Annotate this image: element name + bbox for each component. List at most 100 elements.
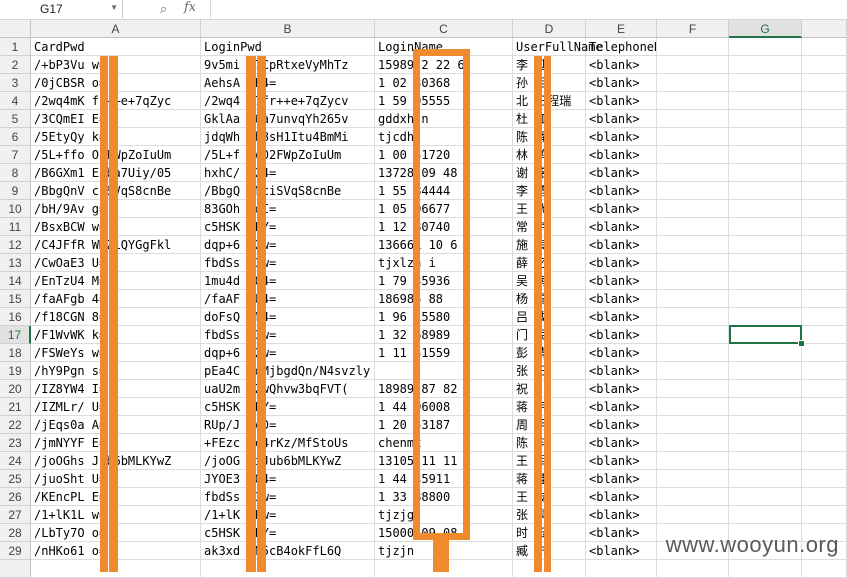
cell-b1[interactable]: LoginPwd [201, 38, 375, 56]
cell-e23[interactable]: <blank> [586, 434, 657, 452]
cell-h13[interactable] [802, 254, 847, 272]
zoom-icon[interactable]: ⌕ [160, 1, 167, 17]
cell-h12[interactable] [802, 236, 847, 254]
cell-b8[interactable]: hxhC/ u24= [201, 164, 375, 182]
cell-h27[interactable] [802, 506, 847, 524]
cell-f20[interactable] [657, 380, 729, 398]
cell-b5[interactable]: GklAa S6a7unvqYh265v [201, 110, 375, 128]
cell-b26[interactable]: fbdSs h3w= [201, 488, 375, 506]
chevron-down-icon[interactable]: ▼ [110, 3, 118, 12]
cell-g23[interactable] [729, 434, 802, 452]
cell-f2[interactable] [657, 56, 729, 74]
cell-g3[interactable] [729, 74, 802, 92]
row-header-14[interactable]: 14 [0, 272, 31, 290]
row-header-30[interactable] [0, 560, 31, 578]
fill-handle[interactable] [798, 340, 805, 347]
cell-e16[interactable]: <blank> [586, 308, 657, 326]
cell-e27[interactable]: <blank> [586, 506, 657, 524]
cell-g2[interactable] [729, 56, 802, 74]
cell-e30[interactable] [586, 560, 657, 578]
cell-e25[interactable]: <blank> [586, 470, 657, 488]
cell-e10[interactable]: <blank> [586, 200, 657, 218]
cell-f17[interactable] [657, 326, 729, 344]
cell-h17[interactable] [802, 326, 847, 344]
cell-f12[interactable] [657, 236, 729, 254]
cell-e29[interactable]: <blank> [586, 542, 657, 560]
column-header-c[interactable]: C [375, 20, 513, 38]
column-header-d[interactable]: D [513, 20, 586, 38]
cell-e4[interactable]: <blank> [586, 92, 657, 110]
cell-f25[interactable] [657, 470, 729, 488]
cell-g13[interactable] [729, 254, 802, 272]
cell-b15[interactable]: /faAF HU4= [201, 290, 375, 308]
cell-f21[interactable] [657, 398, 729, 416]
cell-e5[interactable]: <blank> [586, 110, 657, 128]
cell-e12[interactable]: <blank> [586, 236, 657, 254]
cell-f30[interactable] [657, 560, 729, 578]
cell-g12[interactable] [729, 236, 802, 254]
cell-e20[interactable]: <blank> [586, 380, 657, 398]
cell-h3[interactable] [802, 74, 847, 92]
cell-h26[interactable] [802, 488, 847, 506]
cell-e17[interactable]: <blank> [586, 326, 657, 344]
cell-g7[interactable] [729, 146, 802, 164]
cell-h21[interactable] [802, 398, 847, 416]
cell-f5[interactable] [657, 110, 729, 128]
cell-b29[interactable]: ak3xd 8N5cB4okFfL6Q [201, 542, 375, 560]
cell-f9[interactable] [657, 182, 729, 200]
cell-f3[interactable] [657, 74, 729, 92]
cell-h16[interactable] [802, 308, 847, 326]
cell-b2[interactable]: 9v5mi N7CpRtxeVyMhTz [201, 56, 375, 74]
cell-e6[interactable]: <blank> [586, 128, 657, 146]
cell-e28[interactable]: <blank> [586, 524, 657, 542]
row-header-27[interactable]: 27 [0, 506, 31, 524]
cell-b19[interactable]: pEa4C beMjbgdQn/N4svzly [201, 362, 375, 380]
cell-f7[interactable] [657, 146, 729, 164]
column-header-h[interactable] [802, 20, 847, 38]
cell-b18[interactable]: dqp+6 G2w= [201, 344, 375, 362]
cell-h18[interactable] [802, 344, 847, 362]
column-header-g[interactable]: G [729, 20, 802, 38]
cell-b3[interactable]: AehsA zE4= [201, 74, 375, 92]
cell-h7[interactable] [802, 146, 847, 164]
cell-f22[interactable] [657, 416, 729, 434]
cell-h30[interactable] [802, 560, 847, 578]
cell-e22[interactable]: <blank> [586, 416, 657, 434]
cell-f13[interactable] [657, 254, 729, 272]
cell-b10[interactable]: 83GOh FeI= [201, 200, 375, 218]
cell-b14[interactable]: 1mu4d W04= [201, 272, 375, 290]
cell-b30[interactable] [201, 560, 375, 578]
row-header-24[interactable]: 24 [0, 452, 31, 470]
cell-e2[interactable]: <blank> [586, 56, 657, 74]
cell-g6[interactable] [729, 128, 802, 146]
cell-b28[interactable]: c5HSK ILY= [201, 524, 375, 542]
cell-f1[interactable] [657, 38, 729, 56]
cell-b9[interactable]: /BbgQ tMciSVqS8cnBe [201, 182, 375, 200]
cell-g22[interactable] [729, 416, 802, 434]
row-header-28[interactable]: 28 [0, 524, 31, 542]
cell-h24[interactable] [802, 452, 847, 470]
row-header-4[interactable]: 4 [0, 92, 31, 110]
fx-icon[interactable]: fx [184, 0, 196, 15]
cell-b27[interactable]: /1+lK APw= [201, 506, 375, 524]
cell-h25[interactable] [802, 470, 847, 488]
row-header-6[interactable]: 6 [0, 128, 31, 146]
cell-e19[interactable]: <blank> [586, 362, 657, 380]
cell-e1[interactable]: TelephoneNumber [586, 38, 657, 56]
formula-input[interactable] [210, 0, 847, 18]
cell-h5[interactable] [802, 110, 847, 128]
cell-e15[interactable]: <blank> [586, 290, 657, 308]
cell-f19[interactable] [657, 362, 729, 380]
cell-h1[interactable] [802, 38, 847, 56]
cell-h8[interactable] [802, 164, 847, 182]
cell-e11[interactable]: <blank> [586, 218, 657, 236]
cell-b23[interactable]: +FEzc dc4rKz/MfStoUs [201, 434, 375, 452]
cell-h22[interactable] [802, 416, 847, 434]
cell-h10[interactable] [802, 200, 847, 218]
cell-f6[interactable] [657, 128, 729, 146]
cell-g24[interactable] [729, 452, 802, 470]
cell-g1[interactable] [729, 38, 802, 56]
cell-g16[interactable] [729, 308, 802, 326]
cell-e24[interactable]: <blank> [586, 452, 657, 470]
cell-g20[interactable] [729, 380, 802, 398]
